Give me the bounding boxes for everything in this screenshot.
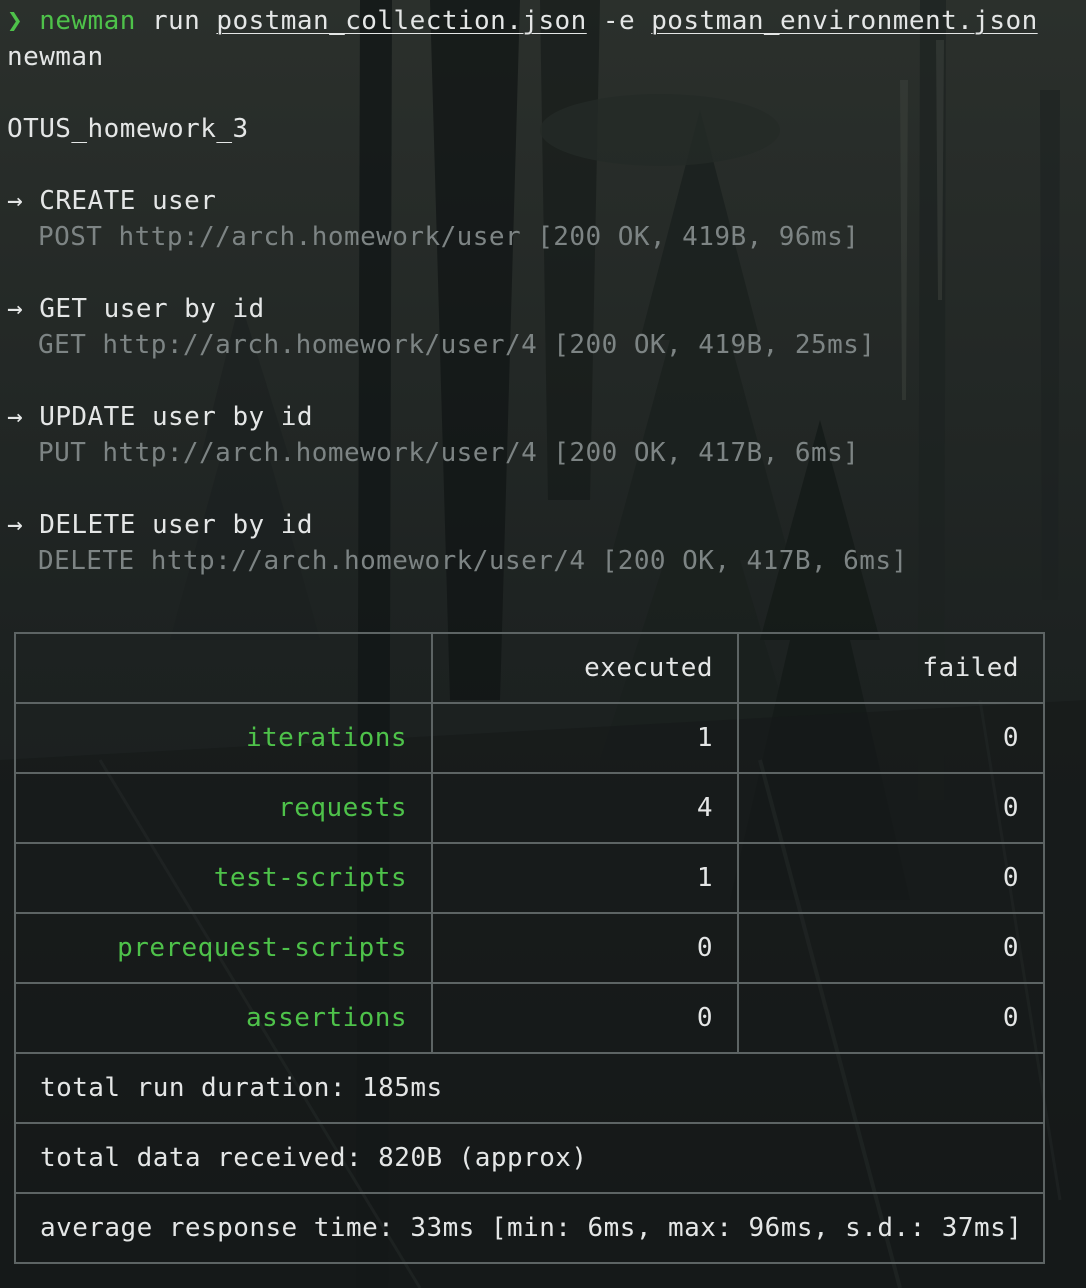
- command-subcommand: run: [151, 6, 201, 36]
- table-row: iterations 1 0: [14, 702, 1045, 774]
- executed-value: 4: [431, 772, 739, 844]
- request-detail: PUT http://arch.homework/user/4 [200 OK,…: [38, 438, 860, 468]
- failed-value: 0: [737, 772, 1045, 844]
- table-row: prerequest-scripts 0 0: [14, 912, 1045, 984]
- table-row: assertions 0 0: [14, 982, 1045, 1054]
- metric-name: test-scripts: [14, 842, 433, 914]
- environment-file-path[interactable]: postman_environment.json: [651, 6, 1037, 36]
- total-run-duration: total run duration: 185ms: [14, 1052, 1045, 1124]
- metric-name: assertions: [14, 982, 433, 1054]
- summary-row-duration: total run duration: 185ms: [14, 1052, 1045, 1124]
- total-data-received: total data received: 820B (approx): [14, 1122, 1045, 1194]
- executed-value: 1: [431, 842, 739, 914]
- metric-name: iterations: [14, 702, 433, 774]
- average-response-time: average response time: 33ms [min: 6ms, m…: [14, 1192, 1045, 1264]
- tool-name: newman: [7, 42, 104, 72]
- request-detail: DELETE http://arch.homework/user/4 [200 …: [38, 546, 908, 576]
- table-row: requests 4 0: [14, 772, 1045, 844]
- request-name: GET user by id: [39, 294, 265, 324]
- metric-name: prerequest-scripts: [14, 912, 433, 984]
- request-name: CREATE user: [39, 186, 217, 216]
- arrow-right-icon: →: [7, 402, 24, 432]
- executed-value: 0: [431, 982, 739, 1054]
- failed-value: 0: [737, 702, 1045, 774]
- metric-name: requests: [14, 772, 433, 844]
- executed-value: 0: [431, 912, 739, 984]
- command-line[interactable]: ❯ newman run postman_collection.json -e …: [7, 3, 1038, 39]
- failed-value: 0: [737, 842, 1045, 914]
- collection-file-path[interactable]: postman_collection.json: [216, 6, 586, 36]
- arrow-right-icon: →: [7, 510, 24, 540]
- request-name-line: → DELETE user by id: [7, 507, 313, 543]
- header-cell-executed: executed: [431, 632, 739, 704]
- request-name-line: → GET user by id: [7, 291, 265, 327]
- table-row: test-scripts 1 0: [14, 842, 1045, 914]
- collection-name: OTUS_homework_3: [7, 114, 249, 144]
- header-cell-empty: [14, 632, 433, 704]
- summary-row-response-time: average response time: 33ms [min: 6ms, m…: [14, 1192, 1045, 1264]
- command-program: newman: [39, 6, 136, 36]
- request-name: DELETE user by id: [39, 510, 313, 540]
- request-detail: GET http://arch.homework/user/4 [200 OK,…: [38, 330, 876, 360]
- table-header-row: executed failed: [14, 632, 1045, 704]
- env-flag: -e: [602, 6, 636, 36]
- arrow-right-icon: →: [7, 186, 24, 216]
- run-summary-table: executed failed iterations 1 0 requests …: [14, 632, 1045, 1264]
- request-name-line: → CREATE user: [7, 183, 216, 219]
- failed-value: 0: [737, 982, 1045, 1054]
- prompt-caret-icon: ❯: [7, 6, 24, 36]
- executed-value: 1: [431, 702, 739, 774]
- request-detail: POST http://arch.homework/user [200 OK, …: [38, 222, 860, 252]
- request-name: UPDATE user by id: [39, 402, 313, 432]
- failed-value: 0: [737, 912, 1045, 984]
- header-cell-failed: failed: [737, 632, 1045, 704]
- summary-row-data-received: total data received: 820B (approx): [14, 1122, 1045, 1194]
- request-name-line: → UPDATE user by id: [7, 399, 313, 435]
- arrow-right-icon: →: [7, 294, 24, 324]
